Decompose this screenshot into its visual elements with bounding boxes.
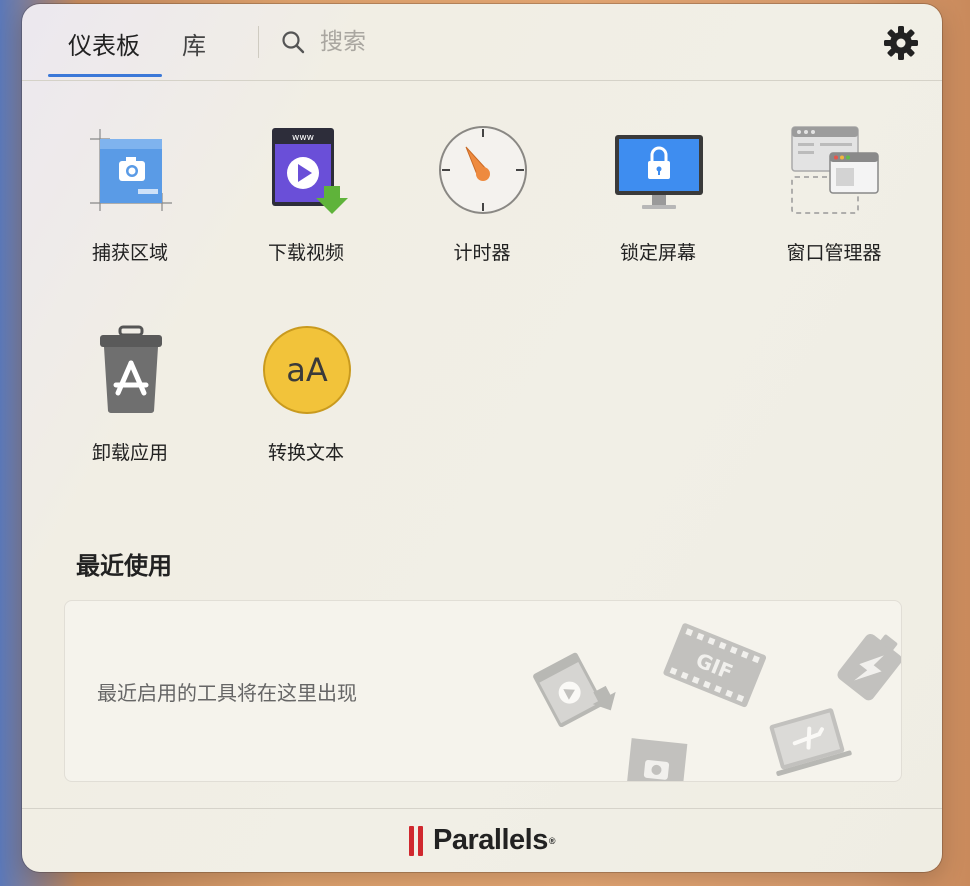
- search-input[interactable]: [318, 28, 682, 56]
- tool-label: 捕获区域: [91, 242, 168, 264]
- tool-window-manager[interactable]: 窗口管理器: [746, 80, 922, 270]
- gear-icon[interactable]: [882, 24, 920, 62]
- tool-label: 计时器: [453, 242, 511, 264]
- download-video-deco-icon: [533, 652, 616, 727]
- timer-icon: [439, 126, 527, 214]
- parallels-bars-icon: [409, 825, 427, 856]
- tool-lock-screen[interactable]: 锁定屏幕: [570, 80, 746, 270]
- lock-screen-icon: [615, 135, 703, 209]
- recent-section-title: 最近使用: [76, 552, 172, 580]
- tool-capture-area[interactable]: 捕获区域: [42, 80, 218, 270]
- download-video-icon: www: [272, 128, 348, 214]
- tool-grid: 捕获区域 www 下载视频 计时器 锁定屏幕 窗口管理器 卸载应用 aA 转换文…: [22, 80, 942, 500]
- window-manager-icon: [791, 126, 879, 214]
- airplane-mode-deco-icon: [769, 708, 852, 776]
- search-bar[interactable]: [280, 22, 700, 62]
- trademark-symbol: ®: [548, 835, 556, 846]
- tool-convert-text[interactable]: aA 转换文本: [218, 280, 394, 470]
- recent-empty-message: 最近启用的工具将在这里出现: [97, 681, 357, 705]
- gif-deco-icon: GIF: [663, 623, 767, 708]
- brand-name: Parallels: [433, 824, 548, 856]
- camera-deco-icon: [626, 738, 688, 781]
- tool-label: 窗口管理器: [786, 242, 882, 264]
- uninstall-app-icon: [100, 325, 162, 413]
- tool-label: 锁定屏幕: [619, 242, 696, 264]
- convert-text-icon: aA: [263, 326, 351, 414]
- tool-download-video[interactable]: www 下载视频: [218, 80, 394, 270]
- tool-label: 转换文本: [267, 442, 344, 464]
- tool-label: 卸载应用: [91, 442, 168, 464]
- app-window: 仪表板 库 搜索 捕获区域 www 下载视频 计时器 锁定屏幕 窗口管理器 卸载…: [22, 4, 942, 872]
- divider: [258, 26, 259, 58]
- footer: Parallels ®: [22, 809, 942, 872]
- active-tab-indicator: [48, 74, 162, 77]
- capture-area-icon: [90, 129, 172, 211]
- search-icon: [282, 31, 305, 54]
- tool-label: 下载视频: [267, 242, 344, 264]
- tab-dashboard[interactable]: 仪表板: [68, 26, 140, 61]
- recent-panel: 最近启用的工具将在这里出现 GIF: [64, 600, 902, 782]
- www-label: www: [292, 133, 314, 143]
- parallels-logo[interactable]: Parallels ®: [409, 824, 555, 857]
- convert-text-glyph: aA: [286, 351, 328, 389]
- tool-timer[interactable]: 计时器: [394, 80, 570, 270]
- flash-deco-icon: [837, 633, 901, 701]
- tab-library[interactable]: 库: [182, 26, 206, 61]
- tool-uninstall-app[interactable]: 卸载应用: [42, 280, 218, 470]
- top-bar: 仪表板 库: [22, 4, 942, 81]
